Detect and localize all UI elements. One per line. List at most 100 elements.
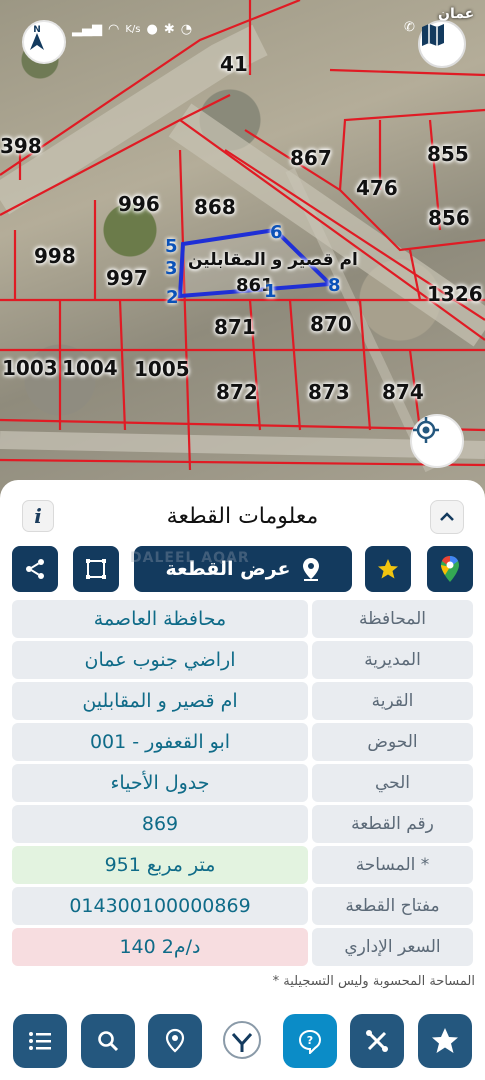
- vertex-label: 3: [165, 258, 178, 279]
- parcel-label[interactable]: 856: [428, 206, 470, 230]
- parcel-label[interactable]: 874: [382, 380, 424, 404]
- info-row-label: رقم القطعة: [312, 805, 473, 843]
- info-row-value: اراضي جنوب عمان: [12, 641, 308, 679]
- parcel-label[interactable]: 998: [34, 244, 76, 268]
- parcel-label[interactable]: 997: [106, 266, 148, 290]
- info-row: جدول الأحياء الحي: [12, 764, 473, 802]
- locate-me-button[interactable]: [410, 414, 464, 468]
- location-status-icon: ●: [146, 21, 158, 37]
- bluetooth-icon: ✱: [163, 21, 175, 37]
- location-button[interactable]: [148, 1014, 202, 1068]
- parcel-label[interactable]: 855: [427, 142, 469, 166]
- status-right: ✆: [404, 20, 415, 35]
- parcel-info-panel: i معلومات القطعة عرض القطعة DALEEL AQAR …: [0, 480, 485, 1000]
- google-maps-icon: [441, 556, 459, 582]
- vertex-label: 5: [165, 236, 178, 257]
- svg-text:?: ?: [307, 1034, 313, 1047]
- parcel-label[interactable]: 1003: [2, 356, 58, 380]
- app-logo-icon: [223, 1021, 261, 1059]
- parcel-label[interactable]: 476: [356, 176, 398, 200]
- parcel-label[interactable]: 867: [290, 146, 332, 170]
- chevron-up-icon: [440, 512, 454, 521]
- whatsapp-icon: ✆: [404, 20, 415, 35]
- info-row: محافظة العاصمة المحافظة: [12, 600, 473, 638]
- favorites-nav-button[interactable]: [418, 1014, 472, 1068]
- vertex-label: 8: [328, 275, 341, 296]
- wifi-icon: ◠: [108, 21, 120, 37]
- watermark: DALEEL AQAR: [130, 550, 250, 566]
- village-overlay-label: ام قصير و المقابلين: [188, 250, 358, 270]
- alarm-icon: ◔: [180, 21, 193, 37]
- panel-title: معلومات القطعة: [166, 504, 319, 529]
- info-row: 140 د/م2 السعر الإداري: [12, 928, 473, 966]
- tools-icon: [366, 1030, 388, 1052]
- parcel-label[interactable]: 996: [118, 192, 160, 216]
- map-view[interactable]: ▂▄▆ ◠ K/s ● ✱ ◔ ✆ عمان N 41 398 867 855 …: [0, 0, 485, 500]
- search-button[interactable]: [81, 1014, 135, 1068]
- map-pin-icon: [302, 558, 319, 581]
- signal-icon: ▂▄▆: [72, 21, 102, 37]
- share-icon: [26, 559, 44, 579]
- parcel-label[interactable]: 868: [194, 195, 236, 219]
- compass-button[interactable]: N: [22, 20, 66, 64]
- bottom-nav: ?: [0, 1000, 485, 1080]
- help-button[interactable]: ?: [283, 1014, 337, 1068]
- favorite-star-icon: [432, 1028, 458, 1053]
- parcel-label[interactable]: 398: [0, 134, 42, 158]
- vertex-label: 2: [166, 287, 179, 308]
- info-row-value: جدول الأحياء: [12, 764, 308, 802]
- map-type-button[interactable]: [418, 20, 466, 68]
- list-button[interactable]: [13, 1014, 67, 1068]
- search-icon: [98, 1031, 119, 1052]
- polygon-icon: [86, 559, 106, 579]
- panel-header: i معلومات القطعة: [0, 494, 485, 538]
- info-row-value: 951 متر مربع: [12, 846, 308, 884]
- info-row-label: المديرية: [312, 641, 473, 679]
- info-row-value: 869: [12, 805, 308, 843]
- area-footnote: * المساحة المحسوبة وليس التسجيلية: [272, 974, 475, 989]
- star-icon: [378, 559, 398, 579]
- north-arrow-icon: N: [30, 25, 44, 50]
- parcel-label[interactable]: 1326: [427, 282, 483, 306]
- home-button[interactable]: [214, 1012, 270, 1068]
- parcel-label[interactable]: 873: [308, 380, 350, 404]
- parcel-label[interactable]: 870: [310, 312, 352, 336]
- info-row-value: 140 د/م2: [12, 928, 308, 966]
- info-row: 869 رقم القطعة: [12, 805, 473, 843]
- info-row-value: محافظة العاصمة: [12, 600, 308, 638]
- info-row-label: الحي: [312, 764, 473, 802]
- info-row-label: السعر الإداري: [312, 928, 473, 966]
- info-row: 014300100000869 مفتاح القطعة: [12, 887, 473, 925]
- info-row-value: ابو القعفور - 001: [12, 723, 308, 761]
- parcel-label[interactable]: 1005: [134, 357, 190, 381]
- info-table: محافظة العاصمة المحافظة اراضي جنوب عمان الم…: [12, 600, 473, 969]
- list-icon: [29, 1032, 51, 1050]
- crosshair-icon: [413, 417, 439, 443]
- parcel-label[interactable]: 1004: [62, 356, 118, 380]
- info-row-label: المحافظة: [312, 600, 473, 638]
- favorite-button[interactable]: [365, 546, 411, 592]
- help-icon: ?: [298, 1029, 322, 1054]
- collapse-button[interactable]: [430, 500, 464, 534]
- info-row-label: القرية: [312, 682, 473, 720]
- parcel-label[interactable]: 41: [220, 52, 248, 76]
- info-row-value: 014300100000869: [12, 887, 308, 925]
- info-row-value: ام قصير و المقابلين: [12, 682, 308, 720]
- parcel-label[interactable]: 871: [214, 315, 256, 339]
- vertex-label: 1: [264, 281, 277, 302]
- info-row: ام قصير و المقابلين القرية: [12, 682, 473, 720]
- vertex-label: 6: [270, 222, 283, 243]
- info-row: ابو القعفور - 001 الحوض: [12, 723, 473, 761]
- info-row: اراضي جنوب عمان المديرية: [12, 641, 473, 679]
- speed-unit: K/s: [125, 23, 141, 35]
- info-row-label: المساحة *: [312, 846, 473, 884]
- info-row-label: مفتاح القطعة: [312, 887, 473, 925]
- share-button[interactable]: [12, 546, 58, 592]
- google-maps-button[interactable]: [427, 546, 473, 592]
- measure-button[interactable]: [73, 546, 119, 592]
- parcel-label[interactable]: 872: [216, 380, 258, 404]
- status-bar: ▂▄▆ ◠ K/s ● ✱ ◔: [72, 18, 192, 40]
- book-map-icon: [422, 24, 444, 46]
- location-icon: [165, 1028, 185, 1053]
- tools-button[interactable]: [350, 1014, 404, 1068]
